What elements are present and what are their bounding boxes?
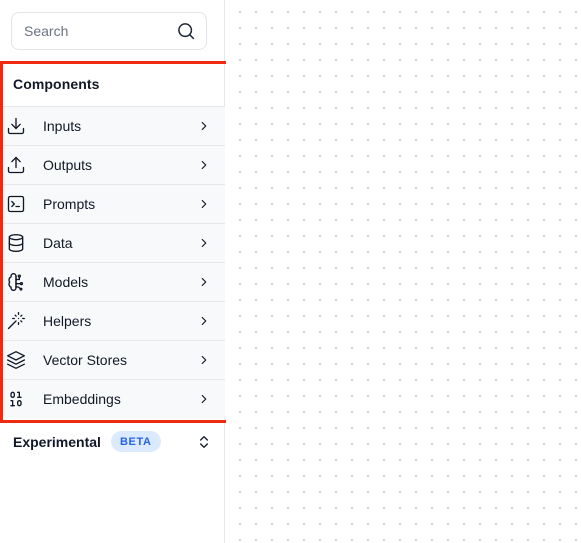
upload-icon — [6, 155, 26, 175]
sidebar: Components Inputs Outputs Prompts — [0, 0, 225, 543]
beta-badge: BETA — [111, 431, 161, 452]
components-header: Components — [13, 76, 100, 92]
flow-canvas[interactable] — [226, 0, 581, 543]
sidebar-item-outputs[interactable]: Outputs — [3, 145, 225, 184]
search-input[interactable] — [24, 23, 176, 39]
sidebar-item-label: Prompts — [43, 196, 96, 212]
sidebar-item-models[interactable]: Models — [3, 262, 225, 301]
chevron-right-icon — [197, 314, 211, 328]
sidebar-item-label: Embeddings — [43, 391, 121, 407]
terminal-square-icon — [6, 194, 26, 214]
sidebar-item-label: Vector Stores — [43, 352, 128, 368]
sidebar-item-label: Outputs — [43, 157, 93, 173]
chevrons-up-down-icon — [196, 434, 212, 450]
wand-sparkles-icon — [6, 311, 26, 331]
experimental-title: Experimental — [13, 434, 101, 450]
database-icon — [6, 233, 26, 253]
chevron-right-icon — [197, 236, 211, 250]
chevron-right-icon — [197, 158, 211, 172]
search-icon[interactable] — [176, 21, 196, 41]
brain-circuit-icon — [6, 272, 26, 292]
binary-icon — [6, 389, 26, 409]
sidebar-item-data[interactable]: Data — [3, 223, 225, 262]
sidebar-item-vector-stores[interactable]: Vector Stores — [3, 340, 225, 379]
sidebar-item-embeddings[interactable]: Embeddings — [3, 379, 225, 418]
chevron-right-icon — [197, 197, 211, 211]
chevron-right-icon — [197, 353, 211, 367]
experimental-section-toggle[interactable]: Experimental BETA — [0, 428, 225, 456]
search-box[interactable] — [11, 12, 207, 50]
chevron-right-icon — [197, 392, 211, 406]
sidebar-item-label: Inputs — [43, 118, 82, 134]
sidebar-item-label: Models — [43, 274, 89, 290]
sidebar-item-label: Data — [43, 235, 73, 251]
components-list: Inputs Outputs Prompts Data Models Helpe… — [3, 106, 225, 418]
sidebar-item-label: Helpers — [43, 313, 92, 329]
sidebar-item-helpers[interactable]: Helpers — [3, 301, 225, 340]
download-icon — [6, 116, 26, 136]
chevron-right-icon — [197, 275, 211, 289]
layers-icon — [6, 350, 26, 370]
sidebar-item-prompts[interactable]: Prompts — [3, 184, 225, 223]
sidebar-item-inputs[interactable]: Inputs — [3, 106, 225, 145]
chevron-right-icon — [197, 119, 211, 133]
